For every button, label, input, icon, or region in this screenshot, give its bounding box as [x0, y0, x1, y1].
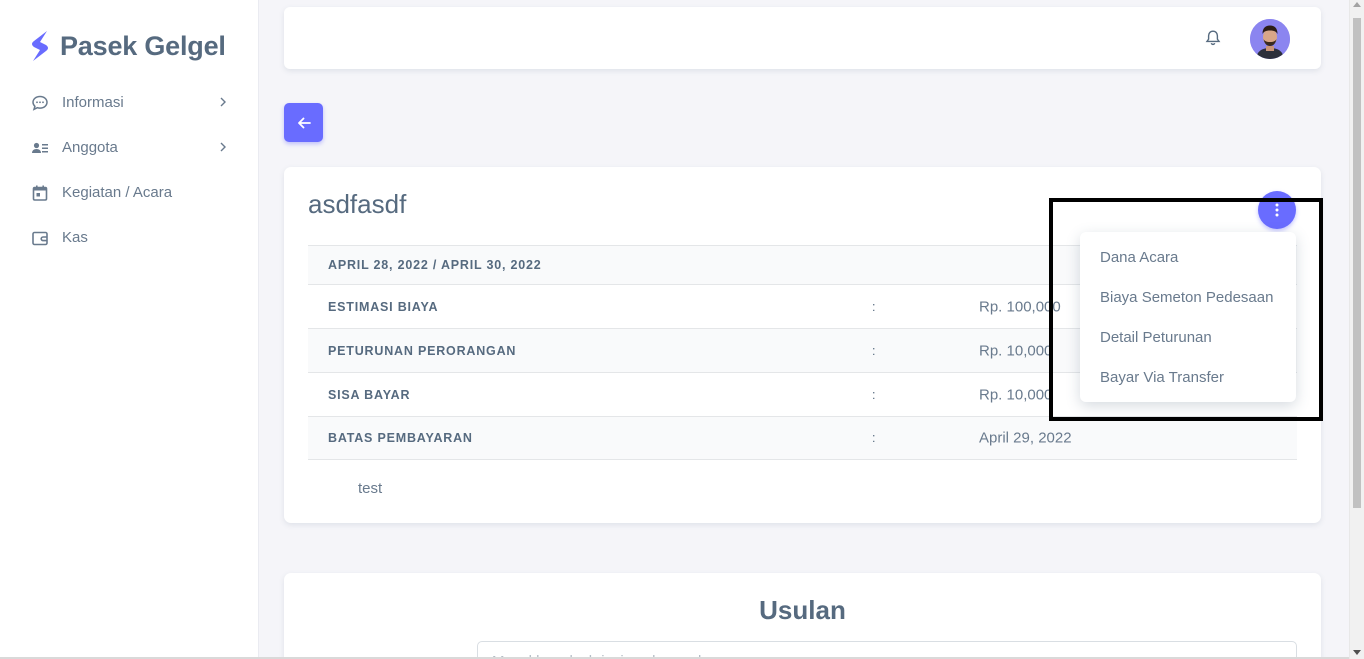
chevron-right-icon: [220, 142, 226, 152]
chat-bubble-icon: [30, 93, 50, 113]
row-colon: :: [872, 387, 877, 402]
menu-item-biaya-semeton[interactable]: Biaya Semeton Pedesaan: [1080, 277, 1296, 317]
event-dates: APRIL 28, 2022 / APRIL 30, 2022: [328, 258, 542, 272]
bell-icon[interactable]: [1204, 29, 1222, 47]
row-label: ESTIMASI BIAYA: [328, 299, 439, 314]
sidebar-menu: Informasi Anggota Kegiatan / Acara Kas: [16, 80, 242, 260]
more-options-button[interactable]: [1258, 191, 1296, 229]
sidebar-item-informasi[interactable]: Informasi: [16, 80, 242, 125]
row-colon: :: [872, 299, 877, 314]
table-row: BATAS PEMBAYARAN : April 29, 2022: [308, 416, 1297, 460]
back-button[interactable]: [284, 103, 323, 142]
sidebar-item-kas[interactable]: Kas: [16, 215, 242, 260]
scroll-up-arrow-icon[interactable]: [1353, 2, 1361, 7]
event-note: test: [358, 480, 383, 497]
sidebar-item-anggota[interactable]: Anggota: [16, 125, 242, 170]
row-colon: :: [872, 431, 877, 445]
sidebar-item-label: Informasi: [62, 94, 124, 111]
row-label: PETURUNAN PERORANGAN: [328, 343, 517, 358]
sidebar-item-label: Anggota: [62, 139, 118, 156]
user-avatar[interactable]: [1250, 19, 1290, 59]
row-value: Rp. 100,000: [979, 298, 1061, 315]
sidebar-item-label: Kegiatan / Acara: [62, 184, 173, 201]
menu-item-bayar-transfer[interactable]: Bayar Via Transfer: [1080, 357, 1296, 397]
row-value: Rp. 10,000: [979, 342, 1053, 359]
sidebar: Pasek Gelgel Informasi Anggota Kegiatan …: [0, 0, 258, 659]
row-value: Rp. 10,000: [979, 386, 1053, 403]
row-colon: :: [872, 343, 877, 358]
top-navbar: [284, 7, 1321, 69]
row-label: SISA BAYAR: [328, 387, 411, 402]
row-value: April 29, 2022: [979, 429, 1072, 447]
calendar-icon: [30, 183, 50, 203]
chevron-right-icon: [220, 97, 226, 107]
brand-name: Pasek Gelgel: [60, 30, 226, 61]
menu-item-dana-acara[interactable]: Dana Acara: [1080, 237, 1296, 277]
usulan-card: Usulan: [284, 573, 1321, 659]
page-scrollbar[interactable]: [1349, 0, 1364, 659]
usulan-title: Usulan: [759, 595, 846, 625]
row-label: BATAS PEMBAYARAN: [328, 431, 473, 445]
menu-item-detail-peturunan[interactable]: Detail Peturunan: [1080, 317, 1296, 357]
brand[interactable]: Pasek Gelgel: [28, 29, 226, 63]
kebab-menu-icon: [1275, 203, 1279, 217]
sidebar-item-label: Kas: [62, 229, 88, 246]
scroll-down-arrow-icon[interactable]: [1353, 650, 1361, 655]
arrow-left-icon: [297, 117, 311, 128]
sidebar-item-kegiatan[interactable]: Kegiatan / Acara: [16, 170, 242, 215]
user-list-icon: [30, 138, 50, 158]
options-dropdown: Dana Acara Biaya Semeton Pedesaan Detail…: [1080, 232, 1296, 402]
wallet-icon: [30, 228, 50, 248]
event-title: asdfasdf: [308, 189, 407, 219]
scrollbar-thumb[interactable]: [1353, 18, 1361, 508]
brand-logo-icon: [32, 31, 48, 61]
